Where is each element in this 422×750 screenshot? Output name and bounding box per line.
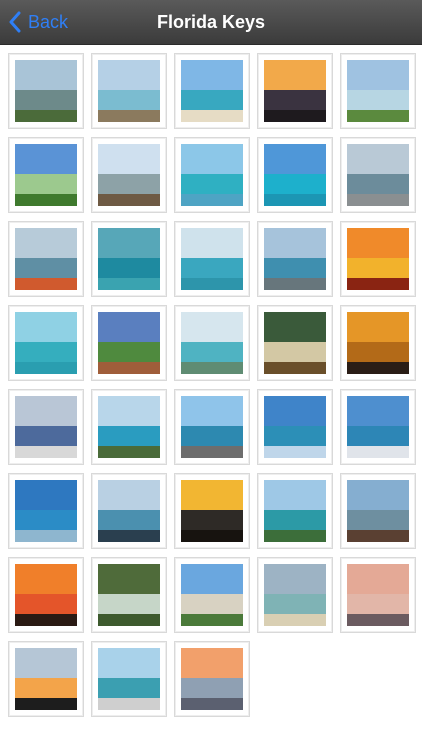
photo-thumbnail[interactable] [340, 473, 416, 549]
photo-image [98, 396, 160, 458]
photo-thumbnail[interactable] [8, 137, 84, 213]
photo-image [181, 144, 243, 206]
photo-thumbnail[interactable] [257, 473, 333, 549]
photo-thumbnail[interactable] [174, 473, 250, 549]
photo-image [347, 564, 409, 626]
photo-image [15, 144, 77, 206]
photo-thumbnail[interactable] [340, 557, 416, 633]
photo-image [98, 480, 160, 542]
photo-thumbnail[interactable] [257, 221, 333, 297]
photo-image [181, 564, 243, 626]
photo-image [15, 648, 77, 710]
photo-thumbnail[interactable] [257, 305, 333, 381]
photo-image [264, 60, 326, 122]
photo-thumbnail[interactable] [340, 389, 416, 465]
photo-image [15, 312, 77, 374]
photo-image [181, 480, 243, 542]
photo-image [98, 648, 160, 710]
photo-thumbnail[interactable] [174, 53, 250, 129]
photo-thumbnail[interactable] [8, 53, 84, 129]
photo-thumbnail[interactable] [8, 305, 84, 381]
photo-thumbnail[interactable] [91, 641, 167, 717]
photo-image [181, 60, 243, 122]
photo-thumbnail[interactable] [91, 557, 167, 633]
photo-thumbnail[interactable] [257, 53, 333, 129]
photo-image [347, 312, 409, 374]
photo-thumbnail[interactable] [340, 221, 416, 297]
photo-thumbnail[interactable] [174, 305, 250, 381]
photo-thumbnail[interactable] [8, 473, 84, 549]
photo-thumbnail[interactable] [174, 641, 250, 717]
photo-image [264, 228, 326, 290]
photo-thumbnail[interactable] [8, 641, 84, 717]
photo-image [264, 480, 326, 542]
photo-thumbnail[interactable] [8, 389, 84, 465]
photo-image [347, 144, 409, 206]
photo-thumbnail[interactable] [8, 557, 84, 633]
photo-thumbnail[interactable] [340, 137, 416, 213]
photo-image [15, 228, 77, 290]
photo-image [181, 396, 243, 458]
photo-image [181, 648, 243, 710]
page-title: Florida Keys [156, 11, 266, 32]
photo-image [347, 60, 409, 122]
photo-grid [0, 45, 422, 750]
photo-image [264, 396, 326, 458]
photo-image [264, 312, 326, 374]
photo-image [98, 60, 160, 122]
photo-thumbnail[interactable] [257, 389, 333, 465]
photo-image [181, 228, 243, 290]
photo-image [15, 396, 77, 458]
photo-thumbnail[interactable] [340, 53, 416, 129]
photo-thumbnail[interactable] [340, 305, 416, 381]
photo-thumbnail[interactable] [174, 221, 250, 297]
photo-image [98, 312, 160, 374]
photo-thumbnail[interactable] [91, 305, 167, 381]
photo-image [347, 480, 409, 542]
photo-thumbnail[interactable] [174, 389, 250, 465]
photo-thumbnail[interactable] [174, 557, 250, 633]
photo-thumbnail[interactable] [91, 137, 167, 213]
photo-thumbnail[interactable] [91, 389, 167, 465]
photo-thumbnail[interactable] [91, 473, 167, 549]
photo-image [98, 144, 160, 206]
photo-thumbnail[interactable] [257, 137, 333, 213]
photo-image [15, 60, 77, 122]
photo-thumbnail[interactable] [257, 557, 333, 633]
photo-image [15, 480, 77, 542]
photo-image [264, 144, 326, 206]
photo-image [347, 228, 409, 290]
photo-image [347, 396, 409, 458]
photo-image [98, 228, 160, 290]
navigation-bar: Back Florida Keys [0, 0, 422, 45]
photo-thumbnail[interactable] [8, 221, 84, 297]
photo-image [264, 564, 326, 626]
photo-thumbnail[interactable] [174, 137, 250, 213]
photo-thumbnail[interactable] [91, 53, 167, 129]
photo-image [98, 564, 160, 626]
photo-thumbnail[interactable] [91, 221, 167, 297]
photo-image [181, 312, 243, 374]
photo-image [15, 564, 77, 626]
